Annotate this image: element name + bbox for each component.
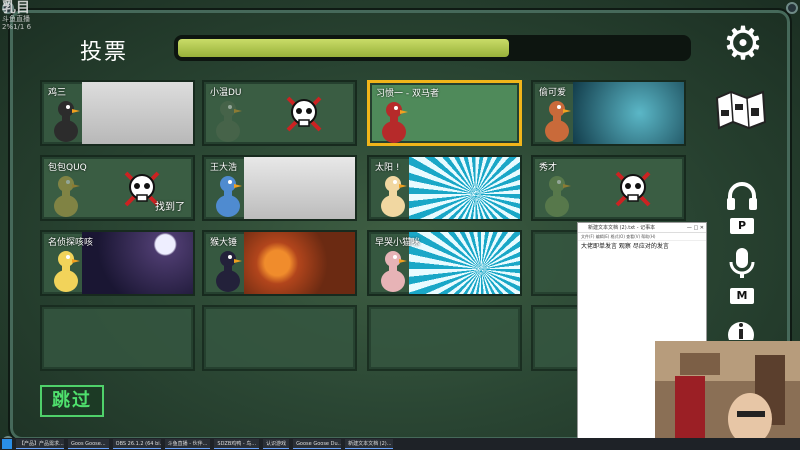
player-card-art [409, 232, 520, 294]
player-name: 早哭小猫咪 [375, 238, 421, 248]
map-icon-graphic [715, 90, 767, 130]
taskbar-app[interactable]: Goose Goose Du... [293, 439, 342, 449]
taskbar-app[interactable]: 【产品】产品需求... [16, 439, 64, 449]
player-vote-card[interactable]: 偷可爱 [531, 80, 686, 146]
player-vote-card[interactable]: 太阳 ! [367, 155, 522, 221]
notepad-titlebar[interactable]: 新建文本文档 (2).txt - 记事本 — □ ✕ [578, 223, 706, 233]
goose-avatar-icon [545, 176, 571, 217]
player-card-art [244, 157, 355, 219]
player-card-art [244, 232, 355, 294]
player-vote-card[interactable]: 名侦探咳咳 [40, 230, 195, 296]
player-vote-card[interactable]: 猴大锤 [202, 230, 357, 296]
dead-skull-icon [615, 171, 651, 207]
goose-avatar-icon [54, 176, 80, 217]
watermark-logo: 乳目 [2, 0, 30, 16]
headphones-icon-graphic [727, 182, 757, 210]
player-name: 秀才 [539, 163, 558, 173]
webcam-overlay [655, 341, 800, 450]
microphone-icon[interactable] [726, 246, 758, 282]
player-vote-card[interactable]: 习惯一 - 双马者 [367, 80, 522, 146]
player-name: 小温DU [210, 88, 242, 98]
goose-avatar-icon [54, 251, 80, 292]
taskbar-app[interactable]: OBS 26.1.2 (64 bi... [112, 439, 161, 449]
player-card-art [573, 82, 684, 144]
notepad-title: 新建文本文档 (2).txt - 记事本 [588, 225, 656, 231]
player-name: 习惯一 - 双马者 [376, 89, 439, 99]
headphones-icon[interactable] [724, 178, 760, 214]
player-card-art [82, 82, 193, 144]
microphone-icon-graphic [729, 248, 755, 278]
start-button[interactable] [2, 439, 12, 449]
info-icon-graphic [728, 322, 754, 340]
player-vote-card[interactable]: 王大浩 [202, 155, 357, 221]
taskbar-app[interactable]: 认识游戏 [263, 439, 290, 449]
goose-avatar-icon [216, 176, 242, 217]
os-taskbar: 【产品】产品需求... Goos Goose... OBS 26.1.2 (64 b… [0, 438, 800, 450]
window-controls[interactable]: — □ ✕ [687, 223, 704, 233]
vote-timer-fill [178, 39, 509, 57]
goose-avatar-icon [381, 176, 407, 217]
goose-avatar-icon [381, 251, 407, 292]
goose-avatar-icon [382, 102, 408, 143]
player-vote-card[interactable]: 秀才 [531, 155, 686, 221]
notepad-menu[interactable]: 文件(F) 编辑(E) 格式(O) 查看(V) 帮助(H) [578, 233, 706, 241]
taskbar-app[interactable]: Goos Goose... [68, 439, 109, 449]
player-vote-card[interactable]: 小温DU [202, 80, 357, 146]
player-card-art [409, 157, 520, 219]
player-name: 太阳 ! [375, 163, 400, 173]
mic-key-hint: M [730, 288, 754, 304]
skip-vote-button[interactable]: 跳过 [40, 385, 104, 417]
stream-watermark: 乳目 斗鱼直播 2%1/1 6 [2, 1, 42, 31]
info-icon[interactable] [726, 320, 756, 340]
goose-avatar-icon [216, 251, 242, 292]
vote-timer-bar [174, 35, 691, 61]
taskbar-app[interactable]: 新建文本文档 (2)... [345, 439, 394, 449]
dead-skull-icon [286, 96, 322, 132]
voice-key-hint: P [730, 218, 754, 234]
watermark-text: 斗鱼直播 [2, 15, 30, 23]
player-vote-card[interactable]: 鸡三 [40, 80, 195, 146]
player-name: 名侦探咳咳 [48, 238, 94, 248]
notepad-content[interactable]: 大佬即单发言 观察 尽应对的发言 [578, 241, 706, 253]
player-name: 王大浩 [210, 163, 238, 173]
gear-icon[interactable]: ⚙ [722, 20, 764, 66]
player-name: 猴大锤 [210, 238, 238, 248]
watermark-text: 2%1/1 6 [2, 23, 32, 31]
goose-avatar-icon [216, 101, 242, 142]
player-card-art [82, 232, 193, 294]
empty-vote-slot [367, 305, 522, 371]
goose-avatar-icon [545, 101, 571, 142]
frame-corner [786, 2, 798, 14]
empty-vote-slot [202, 305, 357, 371]
player-vote-card[interactable]: 包包QUQ 找到了 [40, 155, 195, 221]
player-name: 偷可爱 [539, 88, 567, 98]
body-found-label: 找到了 [155, 202, 185, 213]
player-name: 包包QUQ [48, 163, 87, 173]
goose-avatar-icon [54, 101, 80, 142]
player-name: 鸡三 [48, 88, 67, 98]
page-title: 投票 [80, 40, 129, 65]
webcam-feed [655, 341, 800, 450]
player-vote-card[interactable]: 早哭小猫咪 [367, 230, 522, 296]
map-icon[interactable] [713, 88, 769, 130]
taskbar-app[interactable]: 斗鱼直播 - 伙伴... [164, 439, 211, 449]
taskbar-app[interactable]: SDZB鸡鸭 - 鸟... [214, 439, 260, 449]
empty-vote-slot [40, 305, 195, 371]
